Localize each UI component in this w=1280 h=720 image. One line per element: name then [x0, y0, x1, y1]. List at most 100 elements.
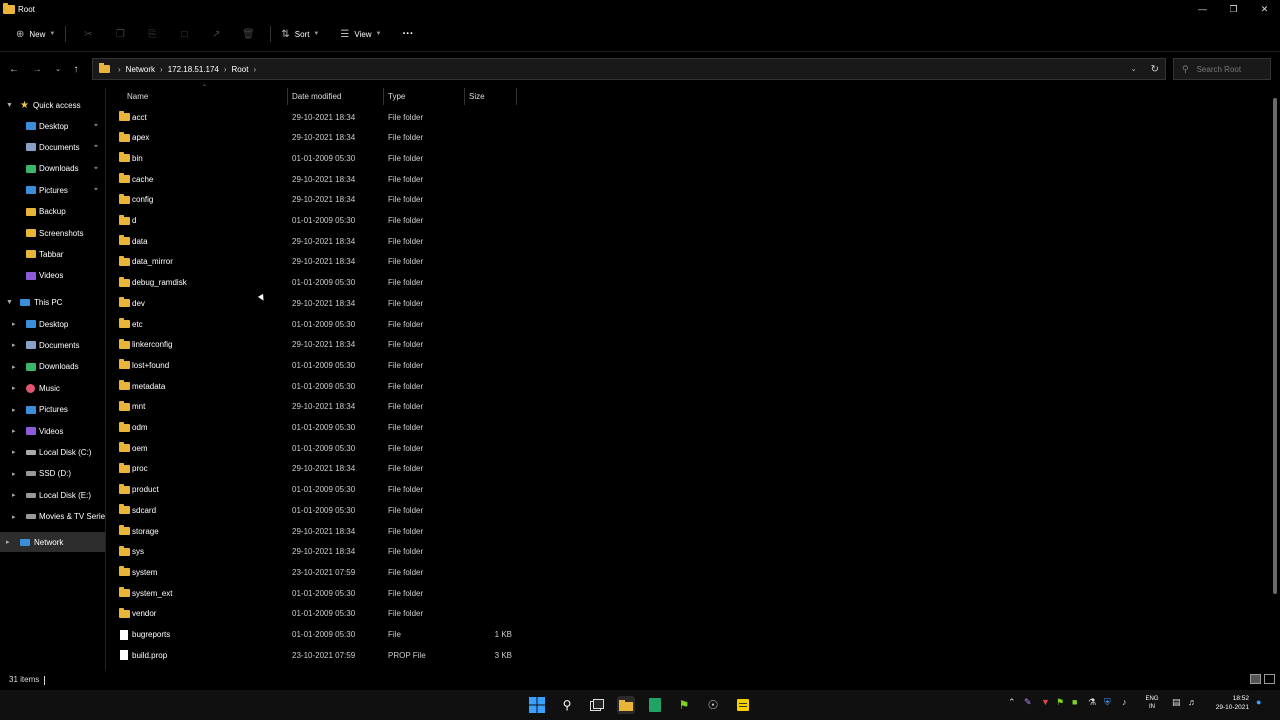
pin-icon[interactable]: ⌖	[94, 165, 98, 173]
search-taskbar-icon[interactable]: ⚲	[558, 696, 576, 714]
expand-chevron-icon[interactable]: ▸	[12, 406, 16, 414]
address-history-chevron-icon[interactable]: ⌄	[1131, 65, 1137, 73]
minimize-icon[interactable]: —	[1187, 0, 1218, 18]
cut-button[interactable]: ✂	[72, 23, 104, 45]
quick-access-item[interactable]: Videos	[0, 266, 105, 286]
file-row[interactable]: sys 29-10-2021 18:34 File folder	[110, 542, 530, 562]
new-button[interactable]: ⊕ New ▼	[12, 23, 59, 45]
tiles-view-icon[interactable]	[1264, 674, 1275, 684]
expand-chevron-icon[interactable]: ▸	[12, 363, 16, 371]
file-row[interactable]: lost+found 01-01-2009 05:30 File folder	[110, 355, 530, 375]
file-row[interactable]: oem 01-01-2009 05:30 File folder	[110, 438, 530, 458]
file-row[interactable]: build.prop 23-10-2021 07:59 PROP File 3 KB	[110, 645, 530, 665]
this-pc-item[interactable]: ▸ SSD (D:)	[0, 464, 105, 484]
expand-chevron-icon[interactable]: ▼	[6, 299, 13, 306]
copy-button[interactable]: ❐	[104, 23, 136, 45]
file-row[interactable]: linkerconfig 29-10-2021 18:34 File folder	[110, 335, 530, 355]
file-row[interactable]: acct 29-10-2021 18:34 File folder	[110, 107, 530, 127]
file-row[interactable]: system_ext 01-01-2009 05:30 File folder	[110, 583, 530, 603]
pen-icon[interactable]: ✎	[1024, 697, 1032, 708]
file-row[interactable]: odm 01-01-2009 05:30 File folder	[110, 418, 530, 438]
volume-icon[interactable]: ♬	[1188, 697, 1197, 707]
expand-chevron-icon[interactable]: ▸	[12, 384, 16, 392]
more-options-button[interactable]: ···	[399, 23, 418, 45]
expand-chevron-icon[interactable]: ▸	[12, 470, 16, 478]
rename-button[interactable]: □	[168, 23, 200, 45]
quick-access-item[interactable]: Desktop ⌖	[0, 116, 105, 136]
nav-this-pc[interactable]: ▼ This PC	[0, 292, 105, 312]
file-explorer-taskbar-icon[interactable]	[617, 696, 635, 714]
this-pc-item[interactable]: ▸ Local Disk (C:)	[0, 442, 105, 462]
expand-chevron-icon[interactable]: ▸	[6, 538, 10, 546]
file-row[interactable]: bin 01-01-2009 05:30 File folder	[110, 148, 530, 168]
expand-chevron-icon[interactable]: ▸	[12, 491, 16, 499]
wifi-icon[interactable]: ▤	[1172, 697, 1181, 708]
file-row[interactable]: config 29-10-2021 18:34 File folder	[110, 190, 530, 210]
file-row[interactable]: cache 29-10-2021 18:34 File folder	[110, 169, 530, 189]
quick-access-item[interactable]: Tabbar	[0, 244, 105, 264]
nav-quick-access[interactable]: ▼ ★ Quick access	[0, 95, 105, 115]
this-pc-item[interactable]: ▸ Local Disk (E:)	[0, 485, 105, 505]
microphone-icon[interactable]: ♪	[1122, 697, 1127, 707]
tray-app-icon[interactable]: ▼	[1041, 697, 1050, 707]
task-view-icon[interactable]	[588, 696, 606, 714]
file-row[interactable]: d 01-01-2009 05:30 File folder	[110, 211, 530, 231]
tray-overflow-chevron-icon[interactable]: ⌃	[1008, 697, 1016, 708]
share-button[interactable]: ↗	[200, 23, 232, 45]
bluetooth-icon[interactable]: ⚗	[1088, 697, 1096, 708]
file-row[interactable]: vendor 01-01-2009 05:30 File folder	[110, 604, 530, 624]
close-icon[interactable]: ✕	[1249, 0, 1280, 18]
back-arrow-icon[interactable]: ←	[6, 61, 22, 77]
this-pc-item[interactable]: ▸ Pictures	[0, 400, 105, 420]
expand-chevron-icon[interactable]: ▼	[6, 102, 13, 109]
vertical-scrollbar[interactable]	[1273, 98, 1277, 594]
quick-access-item[interactable]: Pictures ⌖	[0, 180, 105, 200]
this-pc-item[interactable]: ▸ Downloads	[0, 357, 105, 377]
quick-access-item[interactable]: Backup	[0, 202, 105, 222]
this-pc-item[interactable]: ▸ Desktop	[0, 314, 105, 334]
quick-access-item[interactable]: Downloads ⌖	[0, 159, 105, 179]
file-row[interactable]: etc 01-01-2009 05:30 File folder	[110, 314, 530, 334]
details-view-icon[interactable]	[1250, 674, 1261, 684]
breadcrumb-root[interactable]: Root	[232, 65, 249, 74]
android-icon[interactable]: ⚑	[675, 696, 693, 714]
file-row[interactable]: sdcard 01-01-2009 05:30 File folder	[110, 500, 530, 520]
android-tray-icon[interactable]: ⚑	[1056, 697, 1064, 708]
nvidia-icon[interactable]: ■	[1072, 697, 1077, 707]
file-row[interactable]: dev 29-10-2021 18:34 File folder	[110, 293, 530, 313]
file-row[interactable]: apex 29-10-2021 18:34 File folder	[110, 128, 530, 148]
breadcrumb-chevron-icon[interactable]: ›	[253, 65, 256, 74]
pane-splitter[interactable]	[105, 88, 106, 670]
this-pc-item[interactable]: ▸ Documents	[0, 335, 105, 355]
chromium-icon[interactable]: ☉	[704, 696, 722, 714]
file-row[interactable]: mnt 29-10-2021 18:34 File folder	[110, 397, 530, 417]
expand-chevron-icon[interactable]: ▸	[12, 320, 16, 328]
search-box[interactable]: ⚲	[1173, 58, 1271, 80]
notes-app-taskbar-icon[interactable]	[734, 696, 752, 714]
refresh-icon[interactable]: ↻	[1151, 64, 1159, 75]
this-pc-item[interactable]: ▸ Movies & TV Series	[0, 507, 105, 527]
nav-network[interactable]: ▸ Network	[0, 532, 105, 552]
sort-button[interactable]: ⇅ Sort ▼	[277, 23, 323, 45]
this-pc-item[interactable]: ▸ Videos	[0, 421, 105, 441]
windows-start-icon[interactable]	[528, 696, 546, 714]
delete-button[interactable]: 🗑	[232, 23, 264, 45]
expand-chevron-icon[interactable]: ▸	[12, 341, 16, 349]
breadcrumb-chevron-icon[interactable]: ›	[224, 65, 227, 74]
file-row[interactable]: system 23-10-2021 07:59 File folder	[110, 562, 530, 582]
paste-button[interactable]: ⎘	[136, 23, 168, 45]
pin-icon[interactable]: ⌖	[94, 186, 98, 194]
file-row[interactable]: data_mirror 29-10-2021 18:34 File folder	[110, 252, 530, 272]
restore-icon[interactable]: ❐	[1218, 0, 1249, 18]
view-button[interactable]: ☰ View ▼	[336, 23, 385, 45]
breadcrumb-chevron-icon[interactable]: ›	[118, 65, 121, 74]
file-row[interactable]: bugreports 01-01-2009 05:30 File 1 KB	[110, 625, 530, 645]
this-pc-item[interactable]: ▸ Music	[0, 378, 105, 398]
breadcrumb-network[interactable]: Network	[126, 65, 155, 74]
expand-chevron-icon[interactable]: ▸	[12, 427, 16, 435]
language-indicator[interactable]: ENG IN	[1143, 695, 1161, 711]
column-header-type[interactable]: Type	[384, 88, 465, 105]
breadcrumb-host[interactable]: 172.18.51.174	[168, 65, 219, 74]
quick-access-item[interactable]: Screenshots	[0, 223, 105, 243]
notification-icon[interactable]: ●	[1256, 697, 1261, 707]
